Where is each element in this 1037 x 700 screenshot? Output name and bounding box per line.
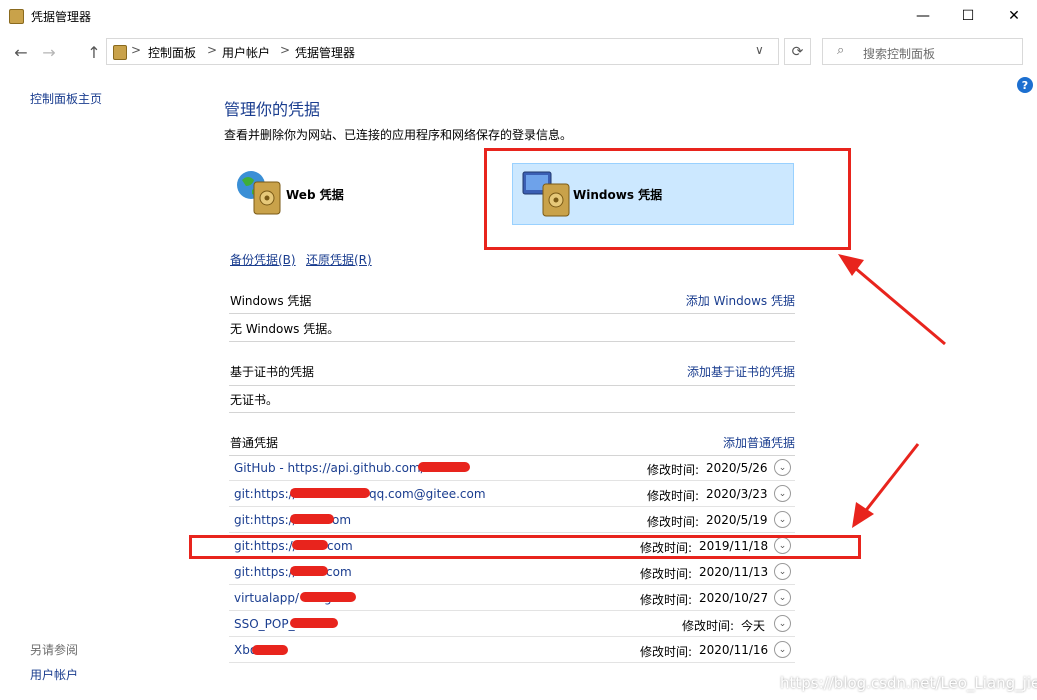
no-certificates-text: 无证书。 (230, 393, 279, 407)
annotation-highlight-box (484, 148, 851, 250)
add-windows-credential-link[interactable]: 添加 Windows 凭据 (686, 292, 795, 309)
modified-label: 修改时间: (647, 515, 700, 529)
redaction-mark (418, 462, 470, 472)
modified-date: 2020/11/16 (699, 643, 769, 657)
backup-credentials-link[interactable]: 备份凭据(B) (230, 251, 296, 268)
redaction-mark (290, 488, 370, 498)
credential-name: git:https:// (234, 487, 297, 501)
web-vault-icon (237, 171, 281, 215)
watermark: https://blog.csdn.net/Leo_Liang_jie (780, 674, 1037, 692)
modified-label: 修改时间: (682, 619, 735, 633)
add-generic-credential-link[interactable]: 添加普通凭据 (723, 434, 795, 451)
annotation-arrow-icon (852, 443, 920, 528)
redaction-mark (252, 645, 288, 655)
up-button[interactable]: ↑ (83, 41, 105, 63)
chevron-down-icon[interactable]: ⌄ (774, 563, 791, 580)
annotation-arrow-icon (838, 254, 946, 346)
chevron-down-icon[interactable]: ⌄ (774, 459, 791, 476)
credential-row[interactable]: Xbo 修改时间: 2020/11/16 ⌄ (229, 638, 795, 663)
control-panel-icon (113, 45, 127, 60)
refresh-button[interactable]: ⟳ (784, 38, 811, 65)
modified-date: 2020/10/27 (699, 591, 769, 605)
divider (229, 341, 795, 342)
breadcrumb-separator: > (131, 43, 142, 57)
user-accounts-link[interactable]: 用户帐户 (30, 666, 78, 683)
forward-button[interactable]: → (38, 41, 60, 63)
add-certificate-credential-link[interactable]: 添加基于证书的凭据 (687, 363, 795, 380)
control-panel-home-link[interactable]: 控制面板主页 (30, 90, 102, 107)
address-dropdown-icon[interactable]: ∨ (755, 43, 764, 57)
certificate-credentials-heading: 基于证书的凭据 (230, 365, 315, 379)
title-bar: 凭据管理器 — ☐ ✕ (0, 0, 1037, 33)
chevron-down-icon[interactable]: ⌄ (774, 485, 791, 502)
search-icon: ⌕ (837, 43, 845, 58)
search-placeholder: 搜索控制面板 (863, 47, 936, 61)
back-button[interactable]: ← (10, 41, 32, 63)
window-title: 凭据管理器 (31, 10, 92, 24)
chevron-down-icon[interactable]: ⌄ (774, 615, 791, 632)
credential-name: GitHub - https://api.github.com/ (234, 461, 425, 475)
credential-name-suffix: qq.com@gitee.com (369, 487, 486, 501)
chevron-down-icon[interactable]: ⌄ (774, 641, 791, 658)
annotation-highlight-box (189, 535, 861, 559)
modified-label: 修改时间: (640, 567, 693, 581)
credential-manager-icon (9, 9, 24, 24)
chevron-down-icon[interactable]: ⌄ (774, 589, 791, 606)
address-bar[interactable]: > 控制面板 > 用户帐户 > 凭据管理器 ∨ (106, 38, 779, 65)
divider (229, 313, 795, 314)
chevron-down-icon[interactable]: ⌄ (774, 511, 791, 528)
redaction-mark (290, 514, 334, 524)
modified-date: 2020/5/19 (706, 513, 768, 527)
windows-credentials-heading: Windows 凭据 (230, 294, 312, 308)
credential-name: git:https:// (234, 513, 297, 527)
redaction-mark (290, 618, 338, 628)
modified-label: 修改时间: (647, 489, 700, 503)
divider (229, 385, 795, 386)
credential-name-suffix: com (326, 565, 352, 579)
help-icon[interactable]: ? (1017, 77, 1033, 93)
no-windows-credentials-text: 无 Windows 凭据。 (230, 322, 340, 336)
breadcrumb-control-panel[interactable]: 控制面板 (148, 44, 196, 61)
modified-date: 2020/5/26 (706, 461, 768, 475)
minimize-button[interactable]: — (900, 0, 946, 32)
modified-label: 修改时间: (640, 593, 693, 607)
divider (229, 412, 795, 413)
page-description: 查看并删除你为网站、已连接的应用程序和网络保存的登录信息。 (224, 128, 573, 142)
maximize-button[interactable]: ☐ (945, 0, 991, 32)
web-credentials-tab[interactable]: Web 凭据 (232, 166, 492, 224)
restore-credentials-link[interactable]: 还原凭据(R) (306, 251, 372, 268)
page-title: 管理你的凭据 (224, 100, 321, 119)
breadcrumb-separator: > (207, 43, 218, 57)
web-credentials-label: Web 凭据 (286, 188, 344, 202)
credential-row[interactable]: GitHub - https://api.github.com/ 修改时间: 2… (229, 456, 795, 481)
search-input[interactable]: ⌕ 搜索控制面板 (822, 38, 1023, 65)
see-also-heading: 另请参阅 (30, 643, 79, 657)
modified-date: 今天 (741, 619, 766, 633)
modified-label: 修改时间: (647, 463, 700, 477)
close-button[interactable]: ✕ (991, 0, 1037, 32)
credential-name: git:https:// (234, 565, 297, 579)
modified-date: 2020/11/13 (699, 565, 769, 579)
redaction-mark (290, 566, 328, 576)
breadcrumb-credential-manager[interactable]: 凭据管理器 (295, 44, 355, 61)
modified-label: 修改时间: (640, 645, 693, 659)
credential-name-suffix: om (332, 513, 352, 527)
redaction-mark (300, 592, 356, 602)
credential-name: virtualapp/ (234, 591, 299, 605)
breadcrumb-user-accounts[interactable]: 用户帐户 (222, 44, 270, 61)
breadcrumb-separator: > (280, 43, 291, 57)
modified-date: 2020/3/23 (706, 487, 768, 501)
generic-credentials-heading: 普通凭据 (230, 436, 279, 450)
